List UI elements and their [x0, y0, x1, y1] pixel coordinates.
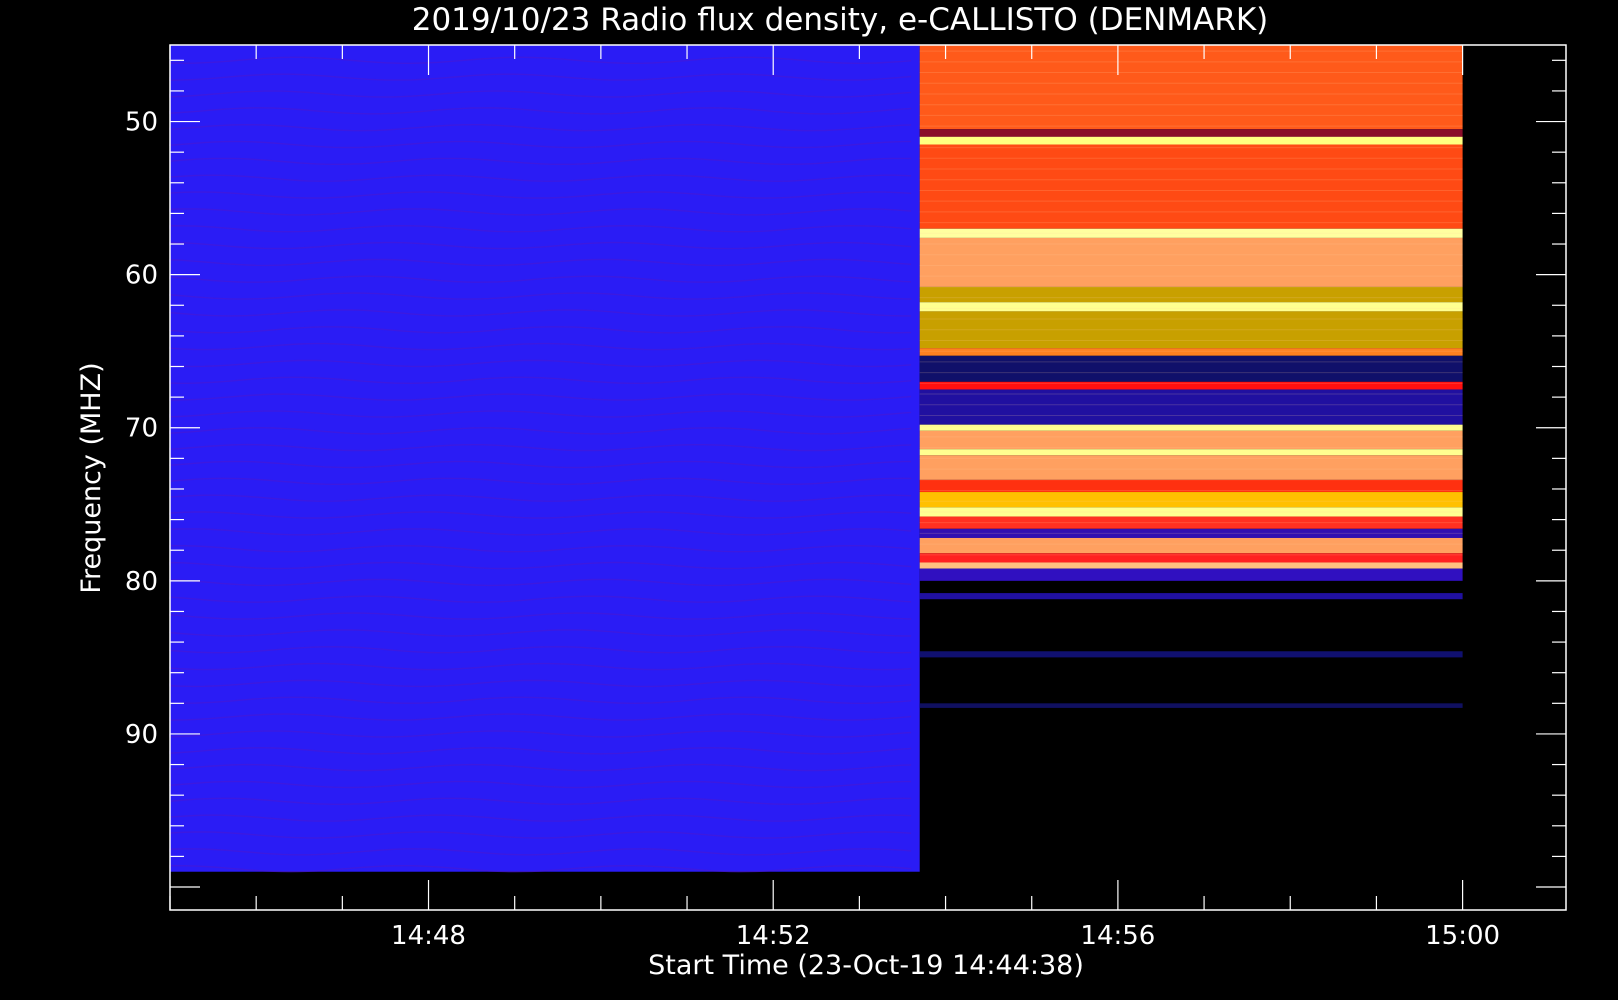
spectrogram-band [919, 430, 1463, 450]
x-tick-label: 15:00 [1425, 921, 1500, 951]
y-tick-label: 50 [125, 108, 158, 138]
spectrogram-band [919, 129, 1463, 137]
spectrogram-band [919, 562, 1463, 569]
spectrogram-band [919, 651, 1463, 658]
spectrogram-band [919, 286, 1463, 303]
spectrogram-band [919, 355, 1463, 382]
spectrogram-band [919, 144, 1463, 229]
x-tick-label: 14:48 [391, 921, 466, 951]
spectrogram-band [919, 45, 1463, 130]
spectrogram-band [919, 348, 1463, 356]
spectrogram-band [919, 237, 1463, 287]
x-axis-label: Start Time (23-Oct-19 14:44:38) [648, 950, 1084, 981]
spectrogram-band [919, 136, 1463, 145]
y-tick-label: 70 [125, 414, 158, 444]
spectrogram-chart: 50 60 70 80 90 14:48 14:52 14:56 15:00 2019/10/2… [0, 0, 1618, 1000]
y-tick-label: 60 [125, 261, 158, 291]
spectrogram-band [919, 537, 1463, 554]
chart-title: 2019/10/23 Radio flux density, e-CALLIST… [412, 2, 1269, 38]
spectrogram-band [919, 455, 1463, 480]
spectrogram-band [919, 492, 1463, 508]
spectrogram-band [919, 302, 1463, 312]
spectrogram-band [919, 449, 1463, 456]
spectrogram-band [919, 424, 1463, 431]
y-tick-label: 90 [125, 720, 158, 750]
spectrogram-band [919, 568, 1463, 581]
y-tick-label: 80 [125, 567, 158, 597]
x-tick-label: 14:52 [736, 921, 811, 951]
x-tick-label: 14:56 [1080, 921, 1155, 951]
y-axis-label: Frequency (MHZ) [76, 362, 107, 593]
spectrogram-band [919, 389, 1463, 425]
spectrogram-band [919, 593, 1463, 600]
spectrogram-band [919, 703, 1463, 708]
